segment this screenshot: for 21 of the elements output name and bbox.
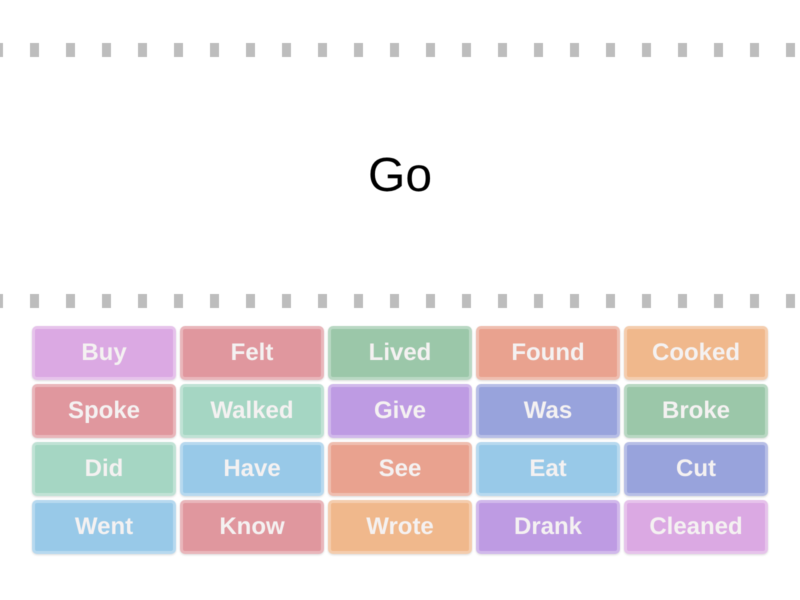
answer-tile[interactable]: Buy	[32, 326, 176, 380]
answer-tile[interactable]: Spoke	[32, 384, 176, 438]
answer-tile[interactable]: Cooked	[624, 326, 768, 380]
answer-tile[interactable]: See	[328, 442, 472, 496]
answer-tile[interactable]: Have	[180, 442, 324, 496]
answer-tile[interactable]: Drank	[476, 500, 620, 554]
answer-tile[interactable]: Give	[328, 384, 472, 438]
answer-tile[interactable]: Broke	[624, 384, 768, 438]
answer-tile[interactable]: Was	[476, 384, 620, 438]
answer-tile[interactable]: Lived	[328, 326, 472, 380]
answer-tile[interactable]: Walked	[180, 384, 324, 438]
answer-tile[interactable]: Felt	[180, 326, 324, 380]
answer-tile[interactable]: Cleaned	[624, 500, 768, 554]
answer-tile[interactable]: Know	[180, 500, 324, 554]
prompt-word: Go	[368, 152, 432, 200]
answer-tile[interactable]: Did	[32, 442, 176, 496]
answer-tile[interactable]: Eat	[476, 442, 620, 496]
answer-tile[interactable]: Wrote	[328, 500, 472, 554]
answer-tile[interactable]: Went	[32, 500, 176, 554]
answer-tile[interactable]: Found	[476, 326, 620, 380]
answer-tile[interactable]: Cut	[624, 442, 768, 496]
